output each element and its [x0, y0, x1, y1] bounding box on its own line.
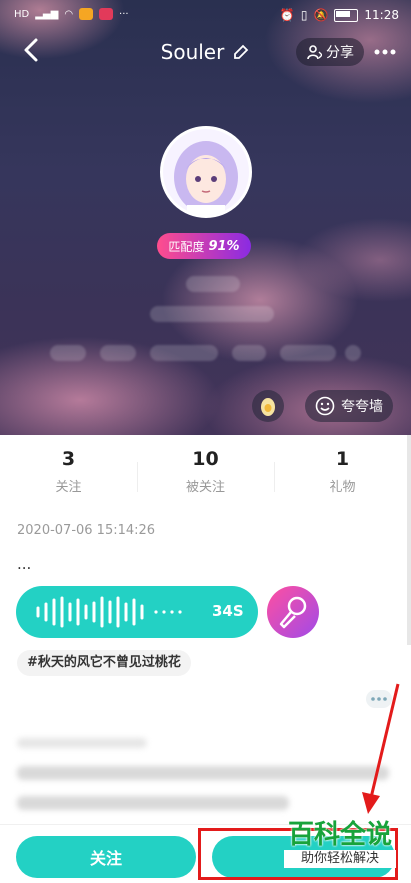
follow-button[interactable]: 关注 [16, 836, 196, 878]
wifi-icon: ◠ [64, 8, 74, 20]
stat-label: 被关注 [185, 480, 225, 495]
status-icons-right: ⏰ ▯ 🔕 11:28 [280, 8, 399, 22]
hd-icon: HD [14, 8, 30, 20]
stat-number: 3 [61, 448, 76, 470]
egg-button[interactable] [252, 390, 284, 422]
watermark-title: 百科全说 [287, 820, 392, 850]
blurred-tag [100, 345, 136, 361]
post-text: ... [17, 555, 32, 573]
match-label: 匹配度 [168, 239, 205, 254]
stat-number: 1 [335, 448, 350, 470]
blurred-signature [186, 276, 240, 292]
battery-icon [334, 8, 359, 22]
blurred-tag [280, 345, 336, 361]
stat-label: 礼物 [329, 480, 356, 495]
more-button[interactable] [372, 42, 398, 62]
blurred-tag [50, 345, 86, 361]
stat-number: 10 [192, 448, 219, 470]
praise-wall-button[interactable]: 夸夸墙 [305, 390, 393, 422]
more-dots-icon [374, 49, 396, 55]
blurred-post-date [17, 738, 147, 748]
stat-label: 关注 [55, 480, 82, 495]
vibrate-icon: ▯ [300, 8, 308, 22]
blurred-post-text [17, 796, 289, 810]
status-bar: HD ▂▄▆ ◠ ··· ⏰ ▯ 🔕 11:28 [0, 0, 411, 36]
share-user-icon [307, 45, 322, 60]
praise-wall-label: 夸夸墙 [341, 399, 383, 415]
watermark-subtitle: 助你轻松解决 [284, 850, 396, 868]
annotation-arrow [362, 683, 400, 814]
avatar-illustration [163, 129, 249, 215]
signal-icon: ▂▄▆ [35, 8, 59, 20]
more-notifications-icon: ··· [119, 8, 129, 20]
smile-icon [315, 396, 335, 416]
voice-message-player[interactable]: 34S [16, 586, 258, 638]
match-badge: 匹配度 91% [157, 233, 251, 259]
match-value: 91% [208, 238, 240, 254]
scrollbar[interactable] [407, 435, 411, 645]
egg-icon [261, 398, 275, 416]
watermark: 百科全说 助你轻松解决 [284, 820, 396, 868]
stat-following[interactable]: 3 关注 [0, 448, 137, 508]
post-date: 2020-07-06 15:14:26 [17, 523, 156, 538]
status-time: 11:28 [364, 8, 399, 22]
page-title: Souler [160, 40, 225, 64]
alarm-icon: ⏰ [279, 8, 295, 22]
status-icons-left: HD ▂▄▆ ◠ ··· [14, 8, 129, 20]
stat-gifts[interactable]: 1 礼物 [274, 448, 411, 508]
edit-icon[interactable] [232, 43, 250, 61]
blurred-info [150, 306, 274, 322]
stats-row: 3 关注 10 被关注 1 礼物 [0, 448, 411, 508]
blurred-tag [232, 345, 266, 361]
sing-along-button[interactable] [267, 586, 319, 638]
blurred-post-text [17, 766, 389, 780]
stat-followers[interactable]: 10 被关注 [137, 448, 274, 508]
blurred-tag [150, 345, 218, 361]
mute-icon: 🔕 [313, 8, 329, 22]
app-notification-icon [99, 8, 114, 20]
microphone-icon [279, 596, 307, 629]
mail-app-icon [79, 8, 94, 20]
voice-duration: 34S [212, 602, 244, 620]
avatar[interactable] [160, 126, 252, 218]
post-tag[interactable]: #秋天的风它不曾见过桃花 [17, 650, 191, 676]
blurred-tag [345, 345, 361, 361]
share-button[interactable]: 分享 [296, 38, 364, 66]
share-label: 分享 [326, 45, 354, 61]
